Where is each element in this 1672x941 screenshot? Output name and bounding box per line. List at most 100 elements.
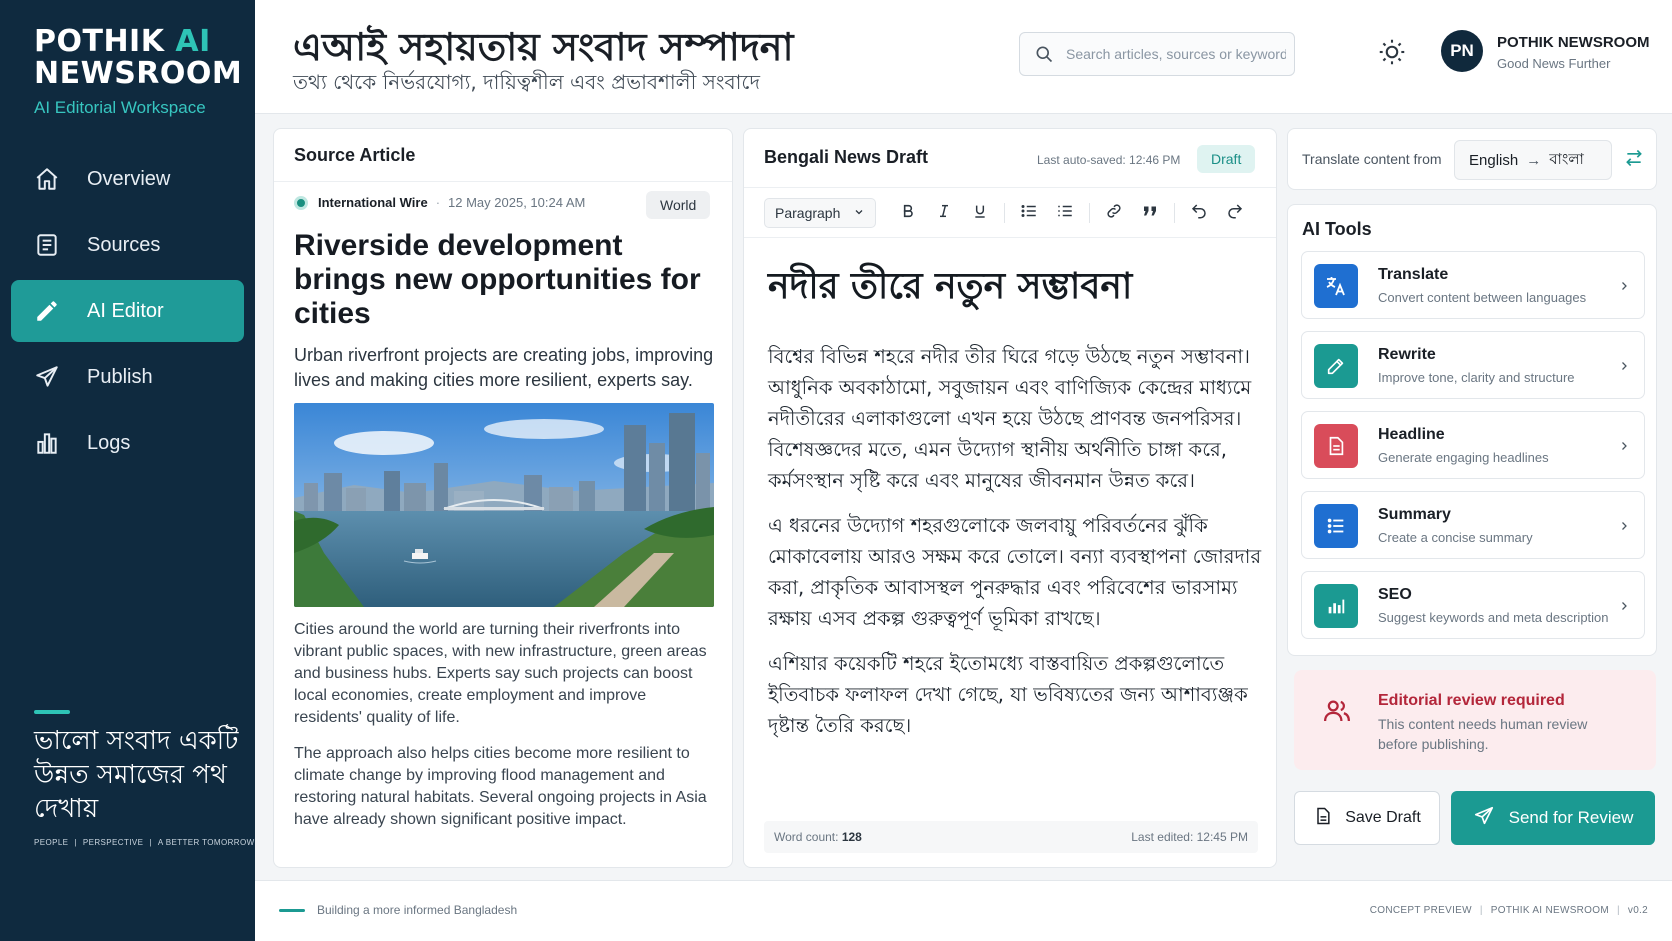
- tool-summary[interactable]: Summary Create a concise summary: [1301, 491, 1645, 559]
- status-badge: Draft: [1197, 145, 1256, 173]
- word-count-label: Word count:: [774, 830, 839, 844]
- tool-seo[interactable]: SEO Suggest keywords and meta descriptio…: [1301, 571, 1645, 639]
- search-box: [1019, 32, 1295, 76]
- headline-document-icon: [1314, 424, 1358, 468]
- sidebar-item-overview[interactable]: Overview: [11, 148, 244, 210]
- translate-bar: Translate content from English → বাংলা: [1287, 128, 1657, 190]
- editor-toolbar: Paragraph: [764, 197, 1253, 229]
- sidebar-tagline: ভালো সংবাদ একটি উন্নত সমাজের পথ দেখায়: [34, 726, 239, 824]
- draft-body[interactable]: বিশ্বের বিভিন্ন শহরে নদীর তীর ঘিরে গড়ে …: [768, 341, 1262, 755]
- document-icon: [33, 231, 61, 259]
- sidebar-foot: PEOPLE | PERSPECTIVE | A BETTER TOMORROW: [34, 838, 255, 847]
- underline-button[interactable]: [962, 198, 998, 228]
- tool-headline[interactable]: Headline Generate engaging headlines: [1301, 411, 1645, 479]
- draft-paragraph[interactable]: এশিয়ার কয়েকটি শহরে ইতোমধ্যে বাস্তবায়ি…: [768, 648, 1262, 741]
- sidebar-item-label: Publish: [87, 365, 153, 388]
- language-selector[interactable]: English → বাংলা: [1454, 140, 1612, 180]
- sidebar-item-label: Logs: [87, 431, 131, 454]
- redo-button[interactable]: [1217, 198, 1253, 228]
- ai-tools-heading: AI Tools: [1302, 219, 1372, 239]
- footer-meta: CONCEPT PREVIEW | POTHIK AI NEWSROOM | v0.2: [1369, 905, 1648, 916]
- sidebar-item-sources[interactable]: Sources: [11, 214, 244, 276]
- save-draft-button[interactable]: Save Draft: [1294, 791, 1440, 845]
- avatar[interactable]: PN: [1441, 30, 1483, 72]
- draft-paragraph[interactable]: এ ধরনের উদ্যোগ শহরগুলোকে জলবায়ু পরিবর্ত…: [768, 510, 1262, 634]
- italic-button[interactable]: [926, 198, 962, 228]
- editor-footer: Word count: 128 Last edited: 12:45 PM: [764, 821, 1258, 853]
- tool-name: Headline: [1378, 426, 1445, 443]
- editor-heading: Bengali News Draft: [764, 147, 929, 167]
- bold-icon: [900, 203, 916, 224]
- analytics-icon: [1314, 584, 1358, 628]
- tool-translate[interactable]: Translate Convert content between langua…: [1301, 251, 1645, 319]
- block-format-select[interactable]: Paragraph: [764, 198, 876, 228]
- source-meta: International Wire · 12 May 2025, 10:24 …: [294, 195, 585, 210]
- source-wire: International Wire: [318, 195, 428, 210]
- bar-chart-icon: [33, 429, 61, 457]
- swap-icon: [1624, 148, 1644, 173]
- sidebar-item-publish[interactable]: Publish: [11, 346, 244, 408]
- brand-name-accent: AI: [175, 24, 211, 59]
- tool-name: Summary: [1378, 506, 1451, 523]
- toolbar-separator: [1089, 203, 1090, 223]
- list-icon: [1314, 504, 1358, 548]
- brand-name-line2: NEWSROOM: [34, 56, 243, 91]
- footer: Building a more informed Bangladesh CONC…: [255, 880, 1672, 941]
- link-button[interactable]: [1096, 198, 1132, 228]
- sidebar-item-label: Overview: [87, 167, 171, 190]
- sun-icon: [1378, 38, 1406, 71]
- send-icon: [1473, 805, 1495, 832]
- tool-name: SEO: [1378, 586, 1412, 603]
- draft-headline[interactable]: নদীর তীরে নতুন সম্ভাবনা: [768, 265, 1258, 309]
- source-date: 12 May 2025, 10:24 AM: [448, 195, 586, 210]
- word-count: Word count: 128: [774, 830, 862, 844]
- sidebar-foot-word: PEOPLE: [34, 838, 69, 847]
- chevron-right-icon: [1616, 276, 1632, 296]
- toolbar-separator: [1174, 203, 1175, 223]
- block-format-value: Paragraph: [775, 205, 841, 221]
- tool-name: Rewrite: [1378, 346, 1436, 363]
- numbered-list-button[interactable]: [1047, 198, 1083, 228]
- save-draft-label: Save Draft: [1345, 809, 1421, 826]
- source-title: Riverside development brings new opportu…: [294, 229, 701, 330]
- ai-tools-panel: AI Tools Translate Convert content betwe…: [1287, 204, 1657, 656]
- page-subtitle: তথ্য থেকে নির্ভরযোগ্য, দায়িত্বশীল এবং প…: [293, 70, 760, 94]
- theme-toggle-button[interactable]: [1376, 38, 1408, 70]
- chevron-down-icon: [853, 205, 865, 221]
- draft-paragraph[interactable]: বিশ্বের বিভিন্ন শহরে নদীর তীর ঘিরে গড়ে …: [768, 341, 1262, 496]
- tool-rewrite[interactable]: Rewrite Improve tone, clarity and struct…: [1301, 331, 1645, 399]
- bullet-list-button[interactable]: [1011, 198, 1047, 228]
- divider: [744, 237, 1276, 238]
- meta-separator: ·: [435, 195, 441, 210]
- bold-button[interactable]: [890, 198, 926, 228]
- translate-icon: [1314, 264, 1358, 308]
- source-lede: Urban riverfront projects are creating j…: [294, 345, 714, 390]
- quote-icon: [1141, 202, 1159, 225]
- chevron-right-icon: [1616, 596, 1632, 616]
- last-edited: Last edited: 12:45 PM: [1131, 830, 1248, 844]
- redo-icon: [1226, 202, 1244, 225]
- chevron-right-icon: [1616, 356, 1632, 376]
- user-org: Good News Further: [1497, 56, 1611, 71]
- search-input[interactable]: [1066, 46, 1286, 62]
- review-title: Editorial review required: [1378, 692, 1565, 709]
- tagline-accent-line: [34, 710, 70, 714]
- source-article-panel: Source Article International Wire · 12 M…: [273, 128, 733, 868]
- sidebar-item-ai-editor[interactable]: AI Editor: [11, 280, 244, 342]
- send-icon: [33, 363, 61, 391]
- brand-name: POTHIK AI NEWSROOM: [34, 26, 242, 90]
- undo-button[interactable]: [1181, 198, 1217, 228]
- wire-dot-icon: [294, 195, 308, 210]
- sidebar-item-logs[interactable]: Logs: [11, 412, 244, 474]
- autosave-status: Last auto-saved: 12:46 PM: [1037, 153, 1181, 167]
- review-notice: Editorial review required This content n…: [1294, 670, 1656, 770]
- bullet-list-icon: [1020, 202, 1038, 225]
- sidebar-foot-word: PERSPECTIVE: [82, 838, 144, 847]
- swap-languages-button[interactable]: [1622, 148, 1646, 172]
- home-icon: [33, 165, 61, 193]
- send-for-review-button[interactable]: Send for Review: [1451, 791, 1655, 845]
- category-tag[interactable]: World: [646, 191, 711, 219]
- source-paragraph: The approach also helps cities become mo…: [294, 745, 707, 828]
- quote-button[interactable]: [1132, 198, 1168, 228]
- word-count-value: 128: [841, 830, 862, 844]
